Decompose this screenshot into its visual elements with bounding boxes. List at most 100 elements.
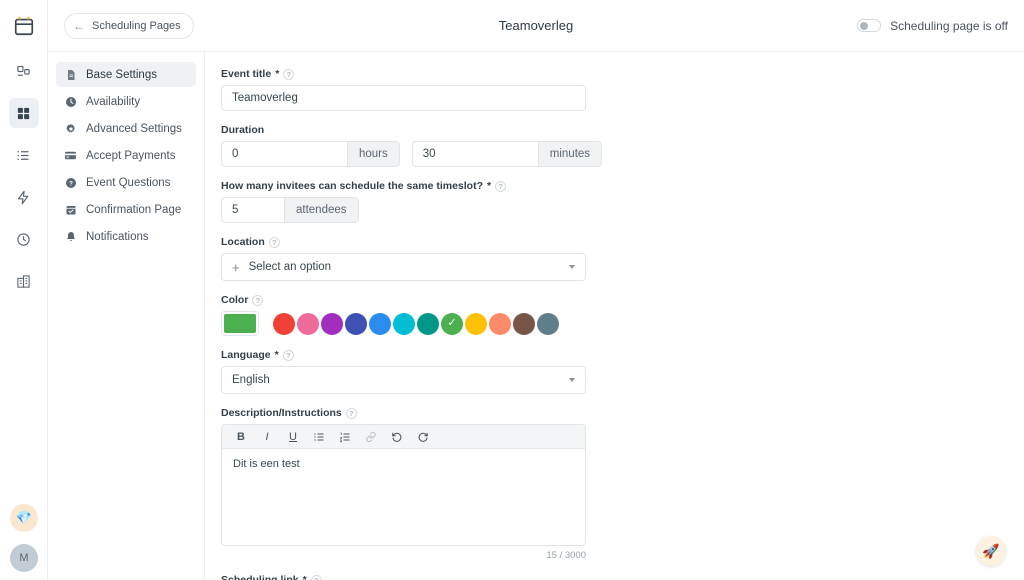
settings-subnav: Base Settings Availability Advanced Sett… xyxy=(48,52,205,580)
color-swatch-6[interactable] xyxy=(417,313,439,335)
sidebar-item-advanced-settings[interactable]: Advanced Settings xyxy=(56,116,196,141)
help-icon[interactable]: ? xyxy=(252,295,263,306)
undo-icon[interactable] xyxy=(384,427,410,447)
required-marker: * xyxy=(275,68,279,80)
numbered-list-icon[interactable] xyxy=(332,427,358,447)
top-bar: ← Scheduling Pages Teamoverleg Schedulin… xyxy=(48,0,1024,52)
svg-text:?: ? xyxy=(69,180,73,187)
sidebar-item-confirmation-page[interactable]: Confirmation Page xyxy=(56,197,196,222)
language-select-value: English xyxy=(232,374,270,386)
rail-item-dashboard[interactable] xyxy=(9,56,39,86)
question-circle-icon: ? xyxy=(64,176,77,189)
sidebar-item-label: Availability xyxy=(86,96,140,108)
gem-icon[interactable]: 💎 xyxy=(10,504,38,532)
color-swatch-0[interactable] xyxy=(273,313,295,335)
field-location: Location ? + Select an option xyxy=(221,236,1024,281)
color-swatch-2[interactable] xyxy=(321,313,343,335)
color-swatch-4[interactable] xyxy=(369,313,391,335)
rail-item-automations[interactable] xyxy=(9,182,39,212)
color-label-text: Color xyxy=(221,294,248,306)
invitees-label-text: How many invitees can schedule the same … xyxy=(221,180,483,192)
redo-icon[interactable] xyxy=(410,427,436,447)
description-label: Description/Instructions ? xyxy=(221,407,1024,419)
description-character-counter: 15 / 3000 xyxy=(221,550,586,561)
help-icon[interactable]: ? xyxy=(311,575,322,580)
sidebar-item-label: Advanced Settings xyxy=(86,123,182,135)
duration-label-text: Duration xyxy=(221,124,264,136)
color-swatch-7[interactable]: ✓ xyxy=(441,313,463,335)
duration-inputs: 0 hours 30 minutes xyxy=(221,141,1024,167)
location-select-value: Select an option xyxy=(249,261,331,273)
required-marker: * xyxy=(487,180,491,192)
back-button-label: Scheduling Pages xyxy=(92,20,181,32)
gear-icon xyxy=(64,122,77,135)
selected-color-swatch[interactable] xyxy=(221,311,259,336)
sidebar-item-label: Confirmation Page xyxy=(86,204,181,216)
rail-bottom-group: 💎 M xyxy=(0,504,48,572)
avatar[interactable]: M xyxy=(10,544,38,572)
help-icon[interactable]: ? xyxy=(495,181,506,192)
help-icon[interactable]: ? xyxy=(283,350,294,361)
scheduling-link-label: Scheduling link * ? xyxy=(221,574,1024,580)
plus-icon: + xyxy=(232,260,240,275)
editor-toolbar: B I U xyxy=(222,425,585,449)
location-label-text: Location xyxy=(221,236,265,248)
language-select[interactable]: English xyxy=(221,366,586,394)
italic-icon[interactable]: I xyxy=(254,427,280,447)
scheduling-page-toggle[interactable] xyxy=(857,19,881,32)
app-root: 💎 M ← Scheduling Pages Teamoverleg Sched… xyxy=(0,0,1024,580)
event-title-label-text: Event title xyxy=(221,68,271,80)
location-select[interactable]: + Select an option xyxy=(221,253,586,281)
rail-item-organization[interactable] xyxy=(9,266,39,296)
color-swatch-11[interactable] xyxy=(537,313,559,335)
underline-icon[interactable]: U xyxy=(280,427,306,447)
duration-minutes-input[interactable]: 30 xyxy=(413,142,538,166)
sidebar-item-availability[interactable]: Availability xyxy=(56,89,196,114)
back-to-scheduling-pages-button[interactable]: ← Scheduling Pages xyxy=(64,13,194,39)
help-icon[interactable]: ? xyxy=(283,69,294,80)
color-swatch-9[interactable] xyxy=(489,313,511,335)
help-icon[interactable]: ? xyxy=(269,237,280,248)
rail-item-list[interactable] xyxy=(9,140,39,170)
help-icon[interactable]: ? xyxy=(346,408,357,419)
color-palette: ✓ xyxy=(221,311,1024,336)
duration-hours-input[interactable]: 0 xyxy=(222,142,347,166)
sidebar-item-event-questions[interactable]: ? Event Questions xyxy=(56,170,196,195)
description-label-text: Description/Instructions xyxy=(221,407,342,419)
field-language: Language * ? English xyxy=(221,349,1024,394)
bold-icon[interactable]: B xyxy=(228,427,254,447)
color-swatch-5[interactable] xyxy=(393,313,415,335)
sidebar-item-accept-payments[interactable]: Accept Payments xyxy=(56,143,196,168)
color-swatch-1[interactable] xyxy=(297,313,319,335)
duration-label: Duration xyxy=(221,124,1024,136)
language-label-text: Language xyxy=(221,349,271,361)
rail-item-apps[interactable] xyxy=(9,98,39,128)
invitees-input[interactable]: 5 xyxy=(222,198,284,222)
main-area: ← Scheduling Pages Teamoverleg Schedulin… xyxy=(48,0,1024,580)
field-scheduling-link: Scheduling link * ? xyxy=(221,574,1024,580)
rocket-icon[interactable]: 🚀 xyxy=(976,536,1006,566)
link-icon[interactable] xyxy=(358,427,384,447)
field-duration: Duration 0 hours 30 minutes xyxy=(221,124,1024,167)
spacer xyxy=(400,141,412,167)
invitees-suffix: attendees xyxy=(284,198,358,222)
calendar-logo-icon[interactable] xyxy=(8,10,40,42)
body-split: Base Settings Availability Advanced Sett… xyxy=(48,52,1024,580)
arrow-left-icon: ← xyxy=(73,20,85,32)
sidebar-item-label: Notifications xyxy=(86,231,149,243)
bullet-list-icon[interactable] xyxy=(306,427,332,447)
event-title-input[interactable]: Teamoverleg xyxy=(221,85,586,111)
description-editor: B I U xyxy=(221,424,586,546)
color-swatch-8[interactable] xyxy=(465,313,487,335)
description-textarea[interactable]: Dit is een test xyxy=(222,449,585,545)
color-swatch-3[interactable] xyxy=(345,313,367,335)
language-label: Language * ? xyxy=(221,349,1024,361)
color-swatch-10[interactable] xyxy=(513,313,535,335)
sidebar-item-base-settings[interactable]: Base Settings xyxy=(56,62,196,87)
checked-calendar-icon xyxy=(64,203,77,216)
bell-icon xyxy=(64,230,77,243)
rail-item-history[interactable] xyxy=(9,224,39,254)
sidebar-item-notifications[interactable]: Notifications xyxy=(56,224,196,249)
invitees-label: How many invitees can schedule the same … xyxy=(221,180,1024,192)
invitees-input-group: 5 attendees xyxy=(221,197,1024,223)
